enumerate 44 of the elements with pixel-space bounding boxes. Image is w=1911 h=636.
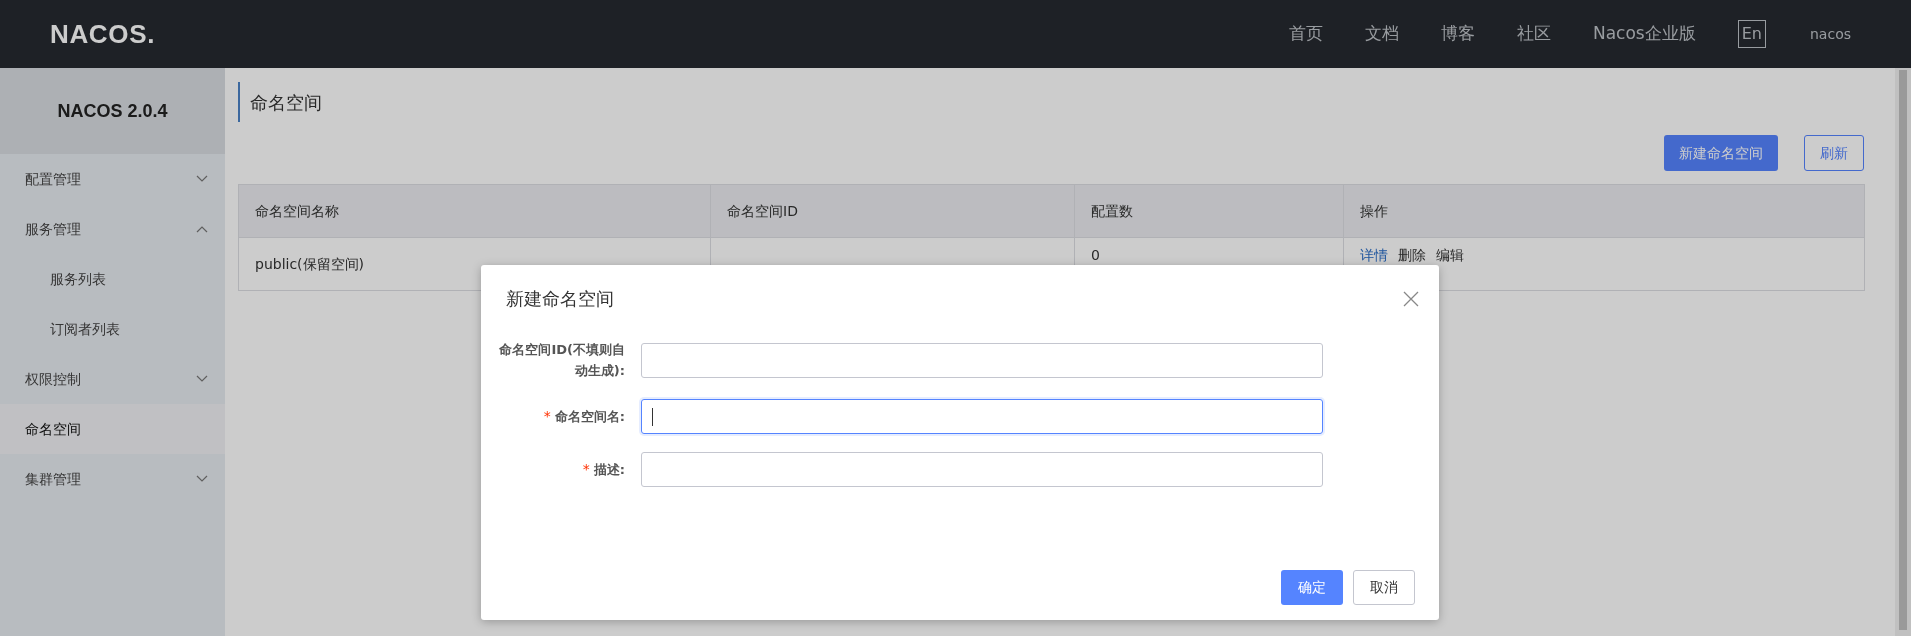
confirm-button[interactable]: 确定 [1281, 570, 1343, 605]
nav-link[interactable]: 文档 [1365, 21, 1399, 47]
sidebar-item[interactable]: 配置管理 [0, 154, 225, 204]
nav-link[interactable]: Nacos企业版 [1593, 21, 1696, 47]
sidebar-item[interactable]: 命名空间 [0, 404, 225, 454]
text-cursor [652, 407, 653, 426]
field-label: 描述: [593, 461, 625, 479]
nav-link[interactable]: 首页 [1289, 21, 1323, 47]
input-field[interactable] [641, 342, 1323, 378]
action-link[interactable]: 详情 [1360, 245, 1388, 266]
column-header: 操作 [1360, 201, 1388, 221]
sidebar-subitem[interactable]: 订阅者列表 [0, 304, 225, 354]
nav-link[interactable]: 社区 [1517, 21, 1551, 47]
page-title: 命名空间 [250, 90, 322, 115]
scrollbar[interactable] [1895, 68, 1911, 636]
app-version-title: NACOS 2.0.4 [57, 99, 168, 123]
action-link[interactable]: 编辑 [1436, 245, 1464, 266]
required-mark: * [582, 460, 590, 479]
action-link[interactable]: 删除 [1398, 245, 1426, 266]
field-label: 命名空间ID(不填则自动生成): [498, 341, 625, 380]
chevron-down-icon [196, 475, 208, 483]
column-header: 命名空间名称 [255, 201, 339, 221]
sidebar-item[interactable]: 权限控制 [0, 354, 225, 404]
chevron-down-icon [196, 175, 208, 183]
chevron-down-icon [196, 375, 208, 383]
column-header: 配置数 [1091, 201, 1133, 221]
user-name[interactable]: nacos [1810, 23, 1851, 45]
table-cell-text: 0 [1091, 246, 1100, 265]
cancel-button[interactable]: 取消 [1353, 570, 1415, 605]
sidebar-subitem[interactable]: 服务列表 [0, 254, 225, 304]
input-field[interactable] [641, 399, 1323, 434]
language-button[interactable]: En [1737, 20, 1766, 48]
logo[interactable]: NACOS. [50, 14, 156, 54]
input-field[interactable] [641, 452, 1323, 487]
dialog-title: 新建命名空间 [506, 287, 614, 311]
column-header: 命名空间ID [727, 201, 798, 221]
required-mark: * [543, 407, 551, 426]
sidebar-item[interactable]: 集群管理 [0, 454, 225, 504]
field-label: 命名空间名: [554, 408, 625, 426]
chevron-up-icon [196, 225, 208, 233]
sidebar-item[interactable]: 服务管理 [0, 204, 225, 254]
nav-link[interactable]: 博客 [1441, 21, 1475, 47]
table-cell-text: public(保留空间) [255, 254, 365, 274]
refresh-button[interactable]: 刷新 [1804, 135, 1864, 171]
